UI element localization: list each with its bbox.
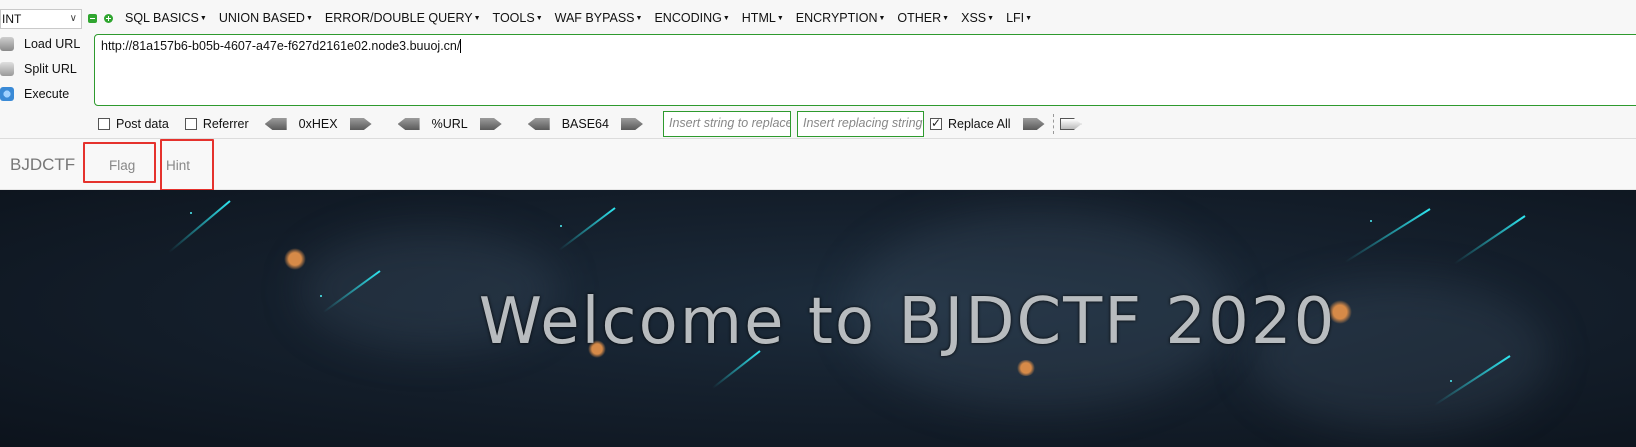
welcome-heading: Welcome to BJDCTF 2020 — [478, 285, 1337, 359]
dropdown-arrow-icon: ▼ — [722, 15, 730, 23]
menu-sql-basics[interactable]: SQL BASICS▼ — [125, 11, 219, 29]
base64-encode-arrow-icon[interactable] — [620, 118, 643, 130]
replace-apply — [1022, 118, 1045, 130]
spark — [190, 212, 192, 214]
execute-icon — [0, 87, 14, 101]
replace-forward-arrow-icon[interactable] — [1022, 118, 1045, 130]
toolbar-divider — [1052, 114, 1054, 134]
base64-decode-arrow-icon[interactable] — [527, 118, 550, 130]
replace-all-checkbox[interactable]: Replace All — [929, 116, 1011, 131]
load-url-icon — [0, 37, 14, 51]
glowing-orb — [284, 248, 306, 270]
text-cursor — [460, 39, 462, 53]
load-url-label: Load URL — [24, 37, 81, 51]
meteor-streak — [558, 207, 616, 251]
menu-waf-bypass[interactable]: WAF BYPASS▼ — [555, 11, 655, 29]
meteor-streak — [1453, 215, 1526, 265]
expand-icon[interactable] — [104, 14, 113, 23]
chevron-down-icon: ∨ — [69, 13, 77, 24]
checkbox-box — [98, 118, 110, 130]
dropdown-arrow-icon: ▼ — [1025, 15, 1033, 23]
highlight-box-flag — [83, 142, 156, 183]
version-select-value: INT — [2, 12, 22, 26]
replace-string-input[interactable]: Insert string to replace — [662, 111, 791, 137]
menu-tools[interactable]: TOOLS▼ — [493, 11, 555, 29]
url-textarea[interactable]: http://81a157b6-b05b-4607-a47e-f627d2161… — [94, 34, 1636, 106]
meteor-streak — [1344, 208, 1431, 263]
replacing-string-input[interactable]: Insert replacing string — [796, 111, 924, 137]
hex-encoder: 0xHEX — [264, 117, 372, 131]
replace-next — [1059, 118, 1082, 130]
base64-encoder: BASE64 — [527, 117, 643, 131]
menu-union-based[interactable]: UNION BASED▼ — [219, 11, 325, 29]
dropdown-arrow-icon: ▼ — [942, 15, 950, 23]
version-select[interactable]: INT ∨ — [0, 9, 82, 29]
collapse-icon[interactable] — [88, 14, 97, 23]
glowing-orb — [1016, 360, 1036, 376]
dropdown-arrow-icon: ▼ — [305, 15, 313, 23]
dropdown-arrow-icon: ▼ — [776, 15, 784, 23]
highlight-box-hint — [160, 139, 214, 191]
spark — [1370, 220, 1372, 222]
execute-label: Execute — [24, 87, 70, 101]
dropdown-arrow-icon: ▼ — [987, 15, 995, 23]
hackbar-toolbar: INT ∨ SQL BASICS▼ UNION BASED▼ ERROR/DOU… — [0, 0, 1636, 139]
split-url-label: Split URL — [24, 62, 77, 76]
menu-encoding[interactable]: ENCODING▼ — [654, 11, 741, 29]
load-url-button[interactable]: Load URL — [0, 34, 80, 54]
site-brand[interactable]: BJDCTF — [10, 155, 75, 175]
hackbar-menu-bar: SQL BASICS▼ UNION BASED▼ ERROR/DOUBLE QU… — [125, 11, 1044, 29]
url-encoder: %URL — [397, 117, 502, 131]
menu-error-double-query[interactable]: ERROR/DOUBLE QUERY▼ — [325, 11, 493, 29]
split-url-icon — [0, 62, 14, 76]
dropdown-arrow-icon: ▼ — [199, 15, 207, 23]
hero-banner: Welcome to BJDCTF 2020 — [0, 190, 1636, 447]
meteor-streak — [168, 200, 231, 254]
menu-encryption[interactable]: ENCRYPTION▼ — [796, 11, 898, 29]
hex-encode-arrow-icon[interactable] — [349, 118, 372, 130]
site-navbar: BJDCTF Flag Hint — [0, 139, 1636, 191]
dropdown-arrow-icon: ▼ — [635, 15, 643, 23]
dropdown-arrow-icon: ▼ — [878, 15, 886, 23]
post-data-checkbox[interactable]: Post data — [98, 117, 169, 131]
referrer-checkbox[interactable]: Referrer — [184, 117, 249, 131]
url-value: http://81a157b6-b05b-4607-a47e-f627d2161… — [101, 39, 461, 53]
menu-other[interactable]: OTHER▼ — [897, 11, 961, 29]
menu-lfi[interactable]: LFI▼ — [1006, 11, 1044, 29]
url-encode-arrow-icon[interactable] — [479, 118, 502, 130]
dropdown-arrow-icon: ▼ — [473, 15, 481, 23]
execute-button[interactable]: Execute — [0, 84, 69, 104]
dropdown-arrow-icon: ▼ — [535, 15, 543, 23]
checkbox-box-checked — [929, 116, 942, 130]
menu-html[interactable]: HTML▼ — [742, 11, 796, 29]
menu-xss[interactable]: XSS▼ — [961, 11, 1006, 29]
replace-next-arrow-icon[interactable] — [1059, 118, 1082, 130]
split-url-button[interactable]: Split URL — [0, 59, 77, 79]
checkbox-box — [184, 118, 197, 130]
spark — [1450, 380, 1452, 382]
hackbar-options-row: Post data Referrer 0xHEX %URL BASE64 Ins… — [98, 111, 1108, 137]
url-decode-arrow-icon[interactable] — [397, 118, 420, 130]
hex-decode-arrow-icon[interactable] — [264, 118, 287, 130]
spark — [560, 225, 562, 227]
